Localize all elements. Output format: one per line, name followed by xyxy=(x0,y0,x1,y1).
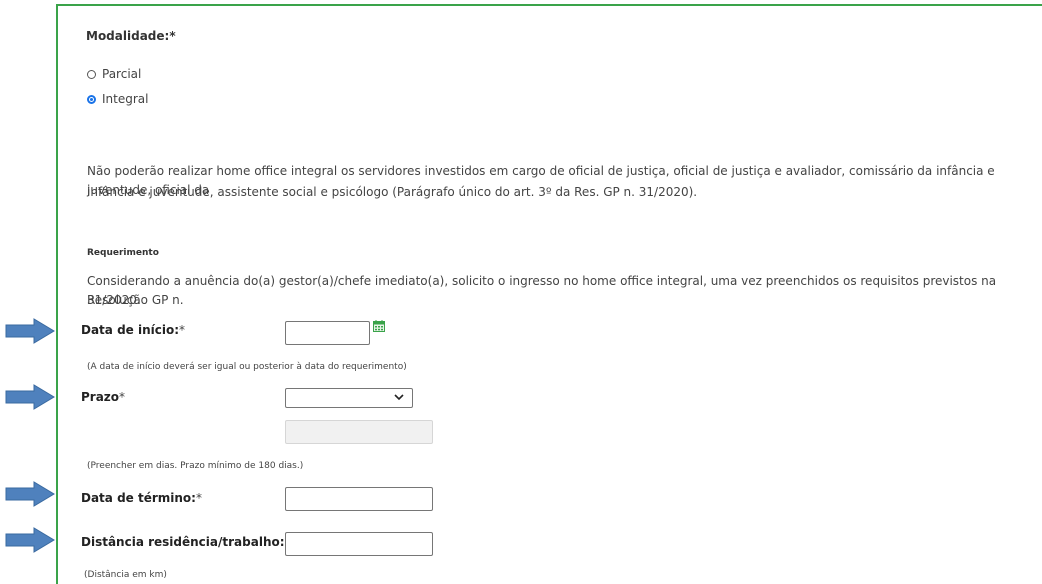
radio-option-parcial[interactable]: Parcial xyxy=(87,67,141,81)
required-marker: * xyxy=(179,323,186,337)
arrow-right-icon xyxy=(5,384,55,410)
radio-label-parcial: Parcial xyxy=(102,67,142,81)
data-inicio-input[interactable] xyxy=(285,321,370,345)
arrow-right-icon xyxy=(5,318,55,344)
data-termino-label: Data de término:* xyxy=(81,491,202,505)
notice-line-2: infância e juventude, assistente social … xyxy=(87,185,698,199)
chevron-down-icon xyxy=(394,394,404,401)
prazo-days-input xyxy=(285,420,433,444)
distancia-label-text: Distância residência/trabalho: xyxy=(81,535,285,549)
modalidade-label: Modalidade:* xyxy=(86,29,176,43)
prazo-select[interactable] xyxy=(285,388,413,408)
radio-button-integral[interactable] xyxy=(87,94,96,104)
prazo-label: Prazo* xyxy=(81,390,125,404)
calendar-icon[interactable] xyxy=(373,320,385,332)
arrow-right-icon xyxy=(5,527,55,553)
distancia-input[interactable] xyxy=(285,532,433,556)
required-marker: * xyxy=(195,491,202,505)
arrow-right-icon xyxy=(5,481,55,507)
data-termino-label-text: Data de término: xyxy=(81,491,196,505)
data-termino-input[interactable] xyxy=(285,487,433,511)
data-inicio-label: Data de início:* xyxy=(81,323,185,337)
data-inicio-hint: (A data de início deverá ser igual ou po… xyxy=(87,362,407,372)
requerimento-title: Requerimento xyxy=(87,248,159,258)
requerimento-text-line-1: Considerando a anuência do(a) gestor(a)/… xyxy=(87,274,997,307)
prazo-label-text: Prazo xyxy=(81,390,120,404)
prazo-hint: (Preencher em dias. Prazo mínimo de 180 … xyxy=(87,461,304,471)
distancia-hint: (Distância em km) xyxy=(84,570,167,580)
distancia-label: Distância residência/trabalho:* xyxy=(81,535,291,549)
requerimento-text-line-2: 31/2020. xyxy=(87,293,141,307)
radio-label-integral: Integral xyxy=(102,92,149,106)
radio-button-parcial[interactable] xyxy=(87,69,96,79)
required-marker: * xyxy=(119,390,126,404)
radio-option-integral[interactable]: Integral xyxy=(87,92,148,106)
data-inicio-label-text: Data de início: xyxy=(81,323,180,337)
form-screen: Modalidade:* Parcial Integral Não poderã… xyxy=(0,0,1042,584)
